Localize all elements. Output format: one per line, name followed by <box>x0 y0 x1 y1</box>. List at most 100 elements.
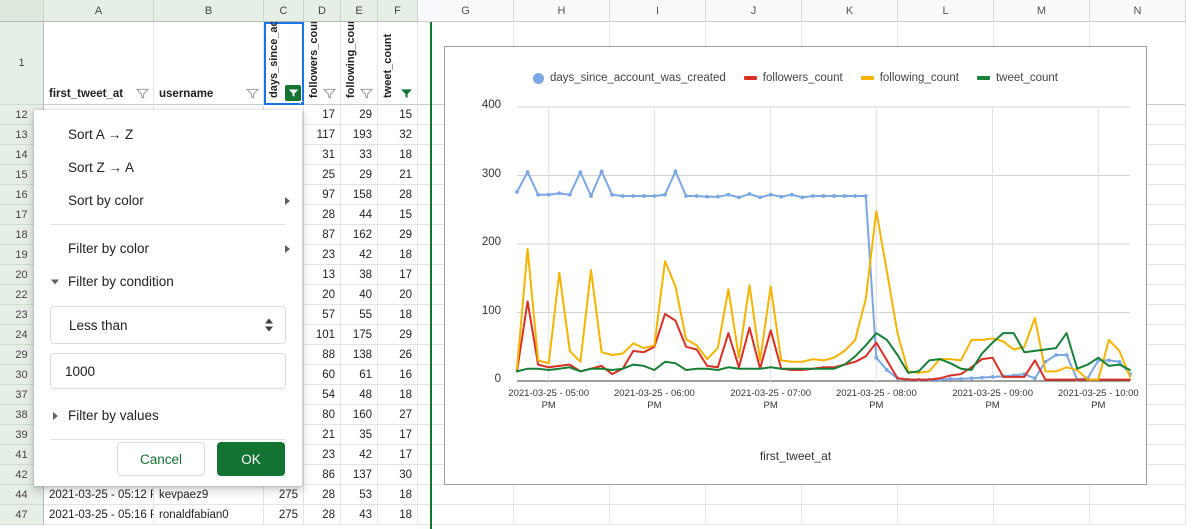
cell-A44[interactable]: 2021-03-25 - 05:12 PM <box>44 485 154 505</box>
header-cell-first_tweet_at[interactable]: first_tweet_at <box>44 22 154 105</box>
cell-F29[interactable]: 26 <box>378 345 418 365</box>
cell-E23[interactable]: 55 <box>341 305 378 325</box>
column-header-g[interactable]: G <box>418 0 514 22</box>
menu-item-sort-by-color[interactable]: Sort by color <box>34 184 302 217</box>
cell-D47[interactable]: 28 <box>304 505 341 525</box>
cell-E44[interactable]: 53 <box>341 485 378 505</box>
cell-H44[interactable] <box>514 485 610 505</box>
cell-N44[interactable] <box>1090 485 1186 505</box>
cell-D15[interactable]: 25 <box>304 165 341 185</box>
cell-F30[interactable]: 16 <box>378 365 418 385</box>
cell-C44[interactable]: 275 <box>264 485 304 505</box>
filter-icon[interactable] <box>323 88 336 99</box>
cell-F22[interactable]: 20 <box>378 285 418 305</box>
header-cell-followers_count[interactable]: followers_count <box>304 22 341 105</box>
cell-F24[interactable]: 29 <box>378 325 418 345</box>
cell-F42[interactable]: 30 <box>378 465 418 485</box>
header-cell-following_count[interactable]: following_count <box>341 22 378 105</box>
filter-icon[interactable] <box>360 88 373 99</box>
cell-D12[interactable]: 17 <box>304 105 341 125</box>
row-header-47[interactable]: 47 <box>0 505 43 525</box>
cell-E19[interactable]: 42 <box>341 245 378 265</box>
cell-L44[interactable] <box>898 485 994 505</box>
cell-F41[interactable]: 17 <box>378 445 418 465</box>
menu-item-filter-by-color[interactable]: Filter by color <box>34 232 302 265</box>
menu-item-sort-az[interactable]: Sort A → Z <box>34 118 302 151</box>
column-header-l[interactable]: L <box>898 0 994 22</box>
cell-F38[interactable]: 27 <box>378 405 418 425</box>
cell-E39[interactable]: 35 <box>341 425 378 445</box>
cell-D37[interactable]: 54 <box>304 385 341 405</box>
cell-B44[interactable]: kevpaez9 <box>154 485 264 505</box>
column-header-k[interactable]: K <box>802 0 898 22</box>
cell-D38[interactable]: 80 <box>304 405 341 425</box>
cell-E41[interactable]: 42 <box>341 445 378 465</box>
cell-F39[interactable]: 17 <box>378 425 418 445</box>
cell-D24[interactable]: 101 <box>304 325 341 345</box>
header-cell-days_since_account_was_created[interactable]: days_since_account_was_created <box>264 22 304 105</box>
cell-F12[interactable]: 15 <box>378 105 418 125</box>
column-header-e[interactable]: E <box>341 0 378 22</box>
cell-E29[interactable]: 138 <box>341 345 378 365</box>
cell-D39[interactable]: 21 <box>304 425 341 445</box>
header-cell-username[interactable]: username <box>154 22 264 105</box>
filter-menu[interactable]: Sort A → Z Sort Z → A Sort by color Filt… <box>34 110 302 486</box>
column-header-n[interactable]: N <box>1090 0 1186 22</box>
menu-item-filter-by-condition[interactable]: Filter by condition <box>34 265 302 298</box>
cell-E42[interactable]: 137 <box>341 465 378 485</box>
cell-A47[interactable]: 2021-03-25 - 05:16 PM <box>44 505 154 525</box>
cell-F13[interactable]: 32 <box>378 125 418 145</box>
cell-E15[interactable]: 29 <box>341 165 378 185</box>
cell-F16[interactable]: 28 <box>378 185 418 205</box>
column-header-j[interactable]: J <box>706 0 802 22</box>
cell-E12[interactable]: 29 <box>341 105 378 125</box>
row-header-44[interactable]: 44 <box>0 485 43 505</box>
column-header-b[interactable]: B <box>154 0 264 22</box>
cell-D23[interactable]: 57 <box>304 305 341 325</box>
column-header-i[interactable]: I <box>610 0 706 22</box>
cell-F19[interactable]: 18 <box>378 245 418 265</box>
cell-E37[interactable]: 48 <box>341 385 378 405</box>
column-header-c[interactable]: C <box>264 0 304 22</box>
cell-D42[interactable]: 86 <box>304 465 341 485</box>
cell-E24[interactable]: 175 <box>341 325 378 345</box>
cell-D22[interactable]: 20 <box>304 285 341 305</box>
cell-F44[interactable]: 18 <box>378 485 418 505</box>
cell-D41[interactable]: 23 <box>304 445 341 465</box>
cell-H47[interactable] <box>514 505 610 525</box>
cell-M47[interactable] <box>994 505 1090 525</box>
cell-D13[interactable]: 117 <box>304 125 341 145</box>
cell-E16[interactable]: 158 <box>341 185 378 205</box>
cell-J47[interactable] <box>706 505 802 525</box>
cell-D44[interactable]: 28 <box>304 485 341 505</box>
menu-item-sort-za[interactable]: Sort Z → A <box>34 151 302 184</box>
cell-D18[interactable]: 87 <box>304 225 341 245</box>
cell-E20[interactable]: 38 <box>341 265 378 285</box>
cell-F18[interactable]: 29 <box>378 225 418 245</box>
cell-J44[interactable] <box>706 485 802 505</box>
cell-F37[interactable]: 18 <box>378 385 418 405</box>
cell-G47[interactable] <box>418 505 514 525</box>
column-header-h[interactable]: H <box>514 0 610 22</box>
menu-item-filter-by-values[interactable]: Filter by values <box>34 399 302 432</box>
filter-icon[interactable] <box>246 88 259 99</box>
cell-D19[interactable]: 23 <box>304 245 341 265</box>
cell-F23[interactable]: 18 <box>378 305 418 325</box>
cell-E13[interactable]: 193 <box>341 125 378 145</box>
cell-E38[interactable]: 160 <box>341 405 378 425</box>
cell-F14[interactable]: 18 <box>378 145 418 165</box>
cell-F47[interactable]: 18 <box>378 505 418 525</box>
selection-handle[interactable] <box>300 101 303 104</box>
cell-E18[interactable]: 162 <box>341 225 378 245</box>
filter-icon[interactable] <box>400 88 413 99</box>
condition-select[interactable]: Less than <box>50 306 286 344</box>
cell-G44[interactable] <box>418 485 514 505</box>
column-header-f[interactable]: F <box>378 0 418 22</box>
column-header-a[interactable]: A <box>44 0 154 22</box>
cell-C47[interactable]: 275 <box>264 505 304 525</box>
condition-value-input[interactable]: 1000 <box>50 353 286 389</box>
cell-E14[interactable]: 33 <box>341 145 378 165</box>
cell-K47[interactable] <box>802 505 898 525</box>
cell-D29[interactable]: 88 <box>304 345 341 365</box>
filter-icon[interactable] <box>136 88 149 99</box>
